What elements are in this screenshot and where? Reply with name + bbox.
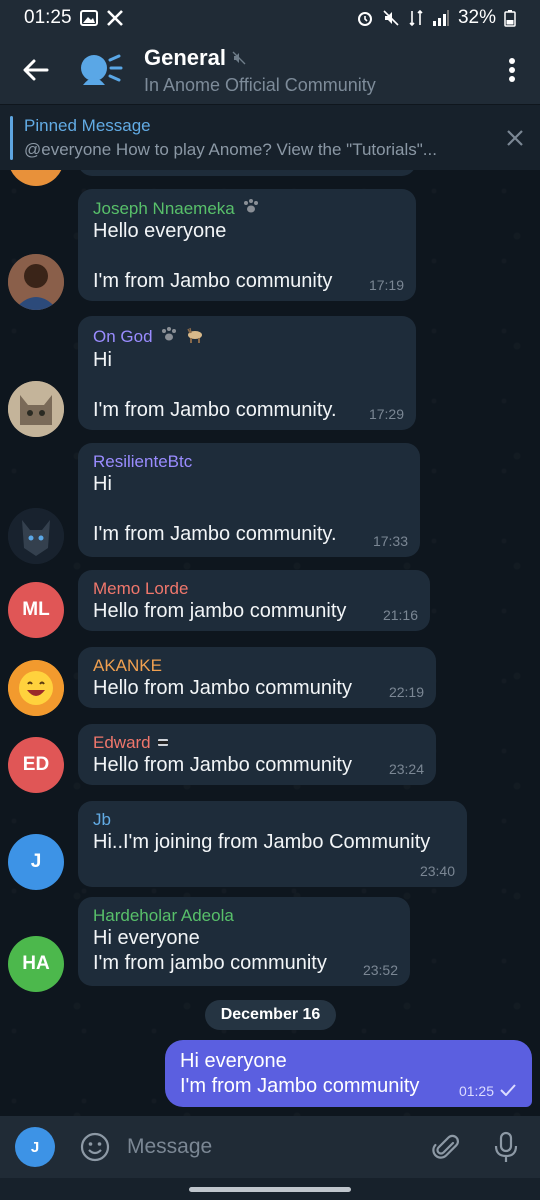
message-time: 21:16 — [382, 607, 418, 623]
message-text: I'm from Jambo community — [93, 270, 333, 292]
sender-name[interactable]: On God — [93, 327, 153, 347]
microphone-icon — [494, 1131, 518, 1162]
message-text: Hi — [93, 473, 112, 495]
message-list[interactable]: Joseph Nnaemeka Hello everyone I'm from … — [0, 170, 540, 1116]
more-menu-button[interactable] — [484, 36, 540, 104]
pinned-message-bar[interactable]: Pinned Message @everyone How to play Ano… — [0, 104, 540, 170]
network-4g-icon — [408, 9, 424, 27]
message-text: Hello from Jambo community — [93, 754, 352, 776]
mute-icon — [382, 9, 400, 27]
outgoing-message-bubble[interactable]: Hi everyone I'm from Jambo community 01:… — [165, 1040, 532, 1107]
signal-icon — [432, 9, 450, 27]
muted-icon — [232, 45, 246, 71]
message-text — [93, 497, 406, 522]
avatar[interactable] — [8, 170, 64, 186]
message-time: 17:33 — [372, 533, 408, 549]
paw-emoji-icon — [241, 198, 261, 219]
avatar[interactable]: ED — [8, 737, 64, 793]
message-text: Hello from jambo community — [93, 600, 347, 622]
pinned-text: @everyone How to play Anome? View the "T… — [24, 139, 437, 159]
message-text: I'm from Jambo community. — [93, 399, 337, 421]
avatar[interactable] — [8, 660, 64, 716]
message-input[interactable] — [127, 1135, 426, 1159]
battery-percent: 32% — [457, 7, 496, 28]
message-time: 23:24 — [388, 761, 424, 777]
message-time: 23:52 — [362, 962, 398, 978]
attach-button[interactable] — [426, 1127, 466, 1167]
message-composer: J — [0, 1116, 540, 1178]
message-bubble[interactable]: Jb Hi..I'm joining from Jambo Community … — [78, 801, 467, 887]
avatar[interactable]: HA — [8, 936, 64, 992]
message-text: Hi everyone — [93, 927, 200, 949]
message-text — [93, 373, 402, 398]
chat-title: General — [144, 44, 226, 70]
message-time: 01:25 — [458, 1083, 494, 1099]
message-bubble[interactable]: Memo Lorde Hello from jambo community 21… — [78, 570, 430, 631]
message-bubble[interactable]: Joseph Nnaemeka Hello everyone I'm from … — [78, 189, 416, 301]
message-text: Hi..I'm joining from Jambo Community — [93, 831, 431, 853]
sender-name[interactable]: Hardeholar Adeola — [93, 906, 234, 926]
message-time: 23:40 — [419, 863, 455, 879]
battery-icon — [504, 9, 516, 27]
sender-name[interactable]: Memo Lorde — [93, 579, 188, 599]
x-app-icon — [106, 9, 124, 27]
more-vertical-icon — [509, 58, 515, 82]
check-icon — [500, 1083, 516, 1099]
status-bar: 01:25 32% — [0, 0, 540, 36]
message-bubble[interactable]: On God Hi I'm from Jambo community. 17:2… — [78, 316, 416, 430]
clock: 01:25 — [24, 7, 72, 28]
card-emoji-icon — [157, 733, 169, 753]
close-icon — [507, 129, 523, 146]
message-text: Hi everyone — [180, 1050, 287, 1072]
send-as-avatar[interactable]: J — [15, 1127, 55, 1167]
avatar[interactable] — [8, 508, 64, 564]
chat-subtitle: In Anome Official Community — [144, 74, 376, 95]
message-bubble[interactable]: Hardeholar Adeola Hi everyone I'm from j… — [78, 897, 410, 986]
message-bubble[interactable]: AKANKE Hello from Jambo community 22:19 — [78, 647, 436, 708]
date-separator: December 16 — [205, 1000, 336, 1030]
message-bubble[interactable]: Edward Hello from Jambo community 23:24 — [78, 724, 436, 785]
topic-icon[interactable] — [72, 42, 128, 98]
avatar[interactable]: ML — [8, 582, 64, 638]
sender-name[interactable]: Joseph Nnaemeka — [93, 199, 235, 219]
avatar[interactable] — [8, 254, 64, 310]
back-button[interactable] — [0, 36, 72, 104]
avatar[interactable] — [8, 381, 64, 437]
message-text: I'm from Jambo community. — [93, 523, 337, 545]
pinned-title: Pinned Message — [24, 115, 151, 135]
message-text: Hello from Jambo community — [93, 677, 352, 699]
sender-name[interactable]: ResilienteBtc — [93, 452, 192, 472]
pinned-indicator — [10, 115, 13, 160]
message-time: 17:19 — [368, 277, 404, 293]
message-bubble[interactable] — [78, 170, 416, 176]
message-bubble[interactable]: ResilienteBtc Hi I'm from Jambo communit… — [78, 443, 420, 557]
message-time: 17:29 — [368, 406, 404, 422]
message-text — [93, 244, 402, 269]
gallery-icon — [79, 10, 98, 26]
sender-name[interactable]: Edward — [93, 733, 151, 753]
voice-record-button[interactable] — [486, 1127, 526, 1167]
chat-header: General In Anome Official Community — [0, 36, 540, 104]
sender-name[interactable]: Jb — [93, 810, 111, 830]
emoji-button[interactable] — [79, 1131, 111, 1163]
message-text: Hi — [93, 349, 112, 371]
gesture-area — [0, 1178, 540, 1200]
sender-name[interactable]: AKANKE — [93, 656, 162, 676]
alarm-icon — [356, 9, 374, 27]
arrow-left-icon — [23, 59, 49, 81]
smiley-icon — [80, 1132, 110, 1162]
close-pinned-button[interactable] — [490, 129, 540, 147]
goat-emoji-icon — [185, 325, 205, 348]
message-text: Hello everyone — [93, 220, 227, 242]
avatar[interactable]: J — [8, 834, 64, 890]
paperclip-icon — [432, 1134, 459, 1159]
paw-emoji-icon — [159, 326, 179, 347]
message-time: 22:19 — [388, 684, 424, 700]
home-indicator[interactable] — [189, 1187, 351, 1192]
message-text: I'm from jambo community — [93, 952, 327, 974]
